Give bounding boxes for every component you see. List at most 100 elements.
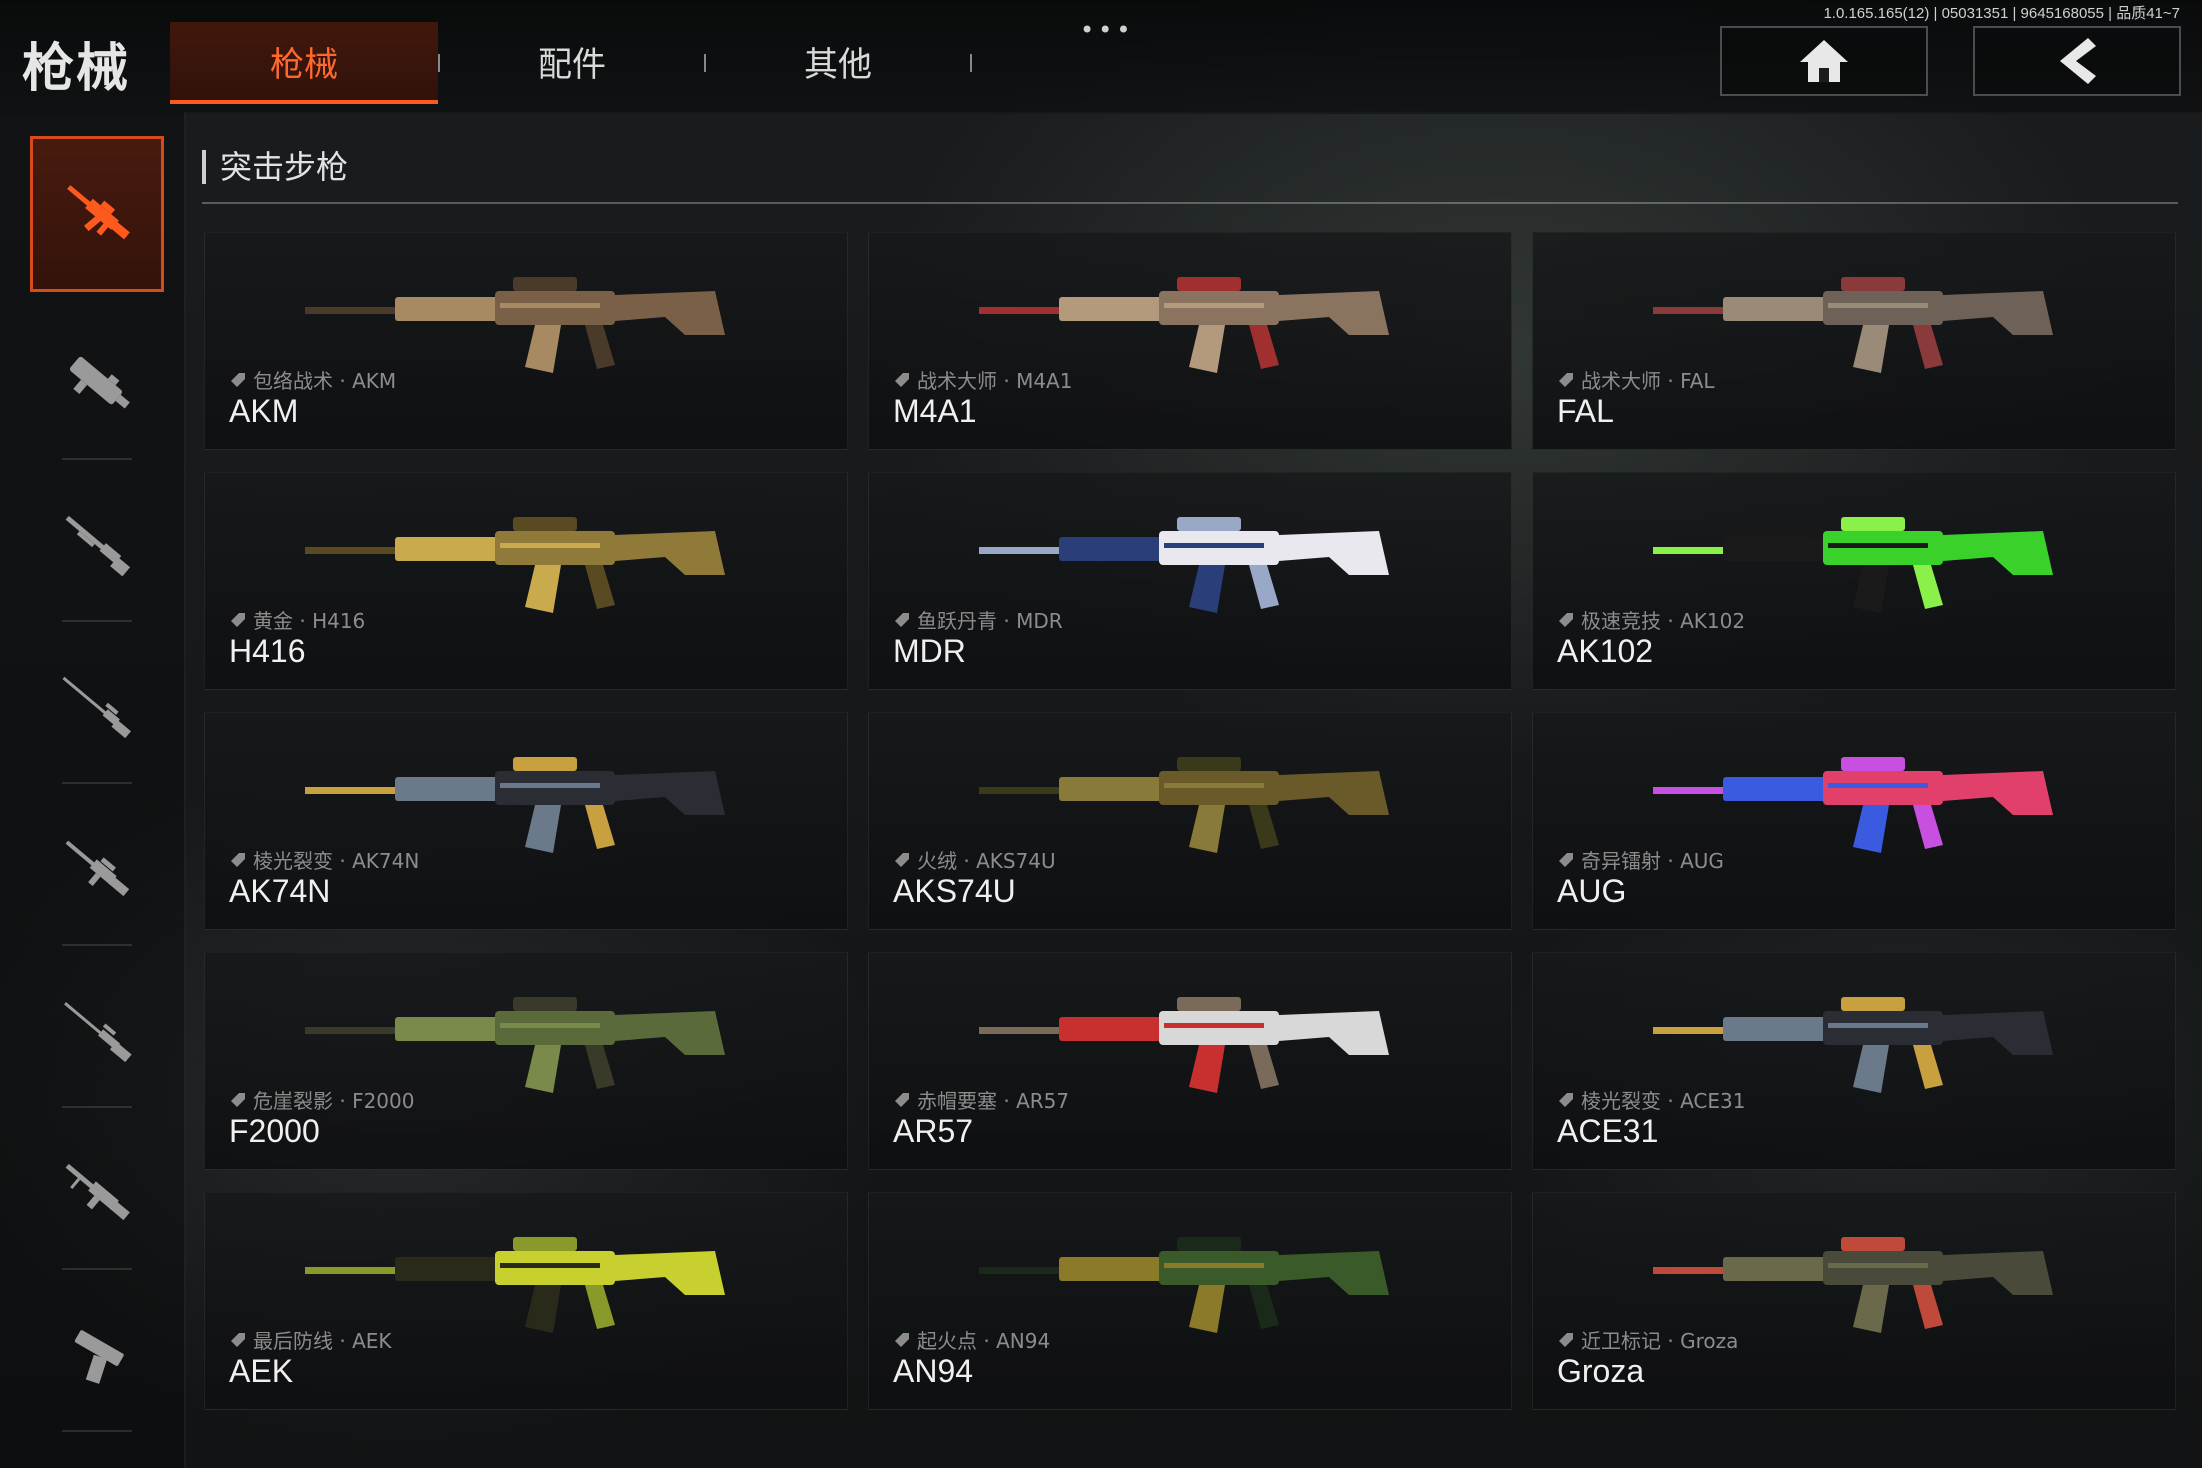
category-divider xyxy=(62,782,132,784)
skin-tag-icon xyxy=(231,1092,245,1107)
skin-tag-icon xyxy=(231,852,245,867)
weapon-skin-label: 黄金 · H416 xyxy=(229,605,365,634)
skin-tag-icon xyxy=(231,1332,245,1347)
shotgun-icon xyxy=(65,515,131,577)
skin-tag-icon xyxy=(231,612,245,627)
category-divider xyxy=(62,944,132,946)
weapon-card-ak102[interactable]: 极速竞技 · AK102 AK102 xyxy=(1532,472,2176,690)
weapon-skin-label: 近卫标记 · Groza xyxy=(1557,1325,1738,1354)
weapon-name: Groza xyxy=(1557,1353,1645,1389)
weapon-skin-text: 包络战术 · AKM xyxy=(253,369,397,393)
category-assault-rifle[interactable] xyxy=(30,136,164,292)
skin-tag-icon xyxy=(1559,1092,1573,1107)
weapon-card-aek[interactable]: 最后防线 · AEK AEK xyxy=(204,1192,848,1410)
category-sniper-rifle[interactable] xyxy=(30,630,164,786)
page-title: 枪械 xyxy=(22,39,131,99)
skin-tag-icon xyxy=(1559,372,1573,387)
category-bolt-rifle[interactable] xyxy=(30,954,164,1110)
category-shotgun[interactable] xyxy=(30,468,164,624)
more-menu-dots[interactable]: ••• xyxy=(1080,16,1134,44)
weapon-skin-label: 战术大师 · M4A1 xyxy=(893,365,1072,394)
weapon-card-akm[interactable]: 包络战术 · AKM AKM xyxy=(204,232,848,450)
category-lmg[interactable] xyxy=(30,1116,164,1272)
weapon-card-h416[interactable]: 黄金 · H416 H416 xyxy=(204,472,848,690)
weapon-skin-label: 极速竞技 · AK102 xyxy=(1557,605,1745,634)
weapon-name: AEK xyxy=(229,1353,294,1389)
category-sidebar xyxy=(0,112,186,1468)
weapon-skin-label: 最后防线 · AEK xyxy=(229,1325,392,1354)
weapon-skin-text: 火绒 · AKS74U xyxy=(917,849,1056,873)
skin-tag-icon xyxy=(895,372,909,387)
smg-icon xyxy=(69,356,130,409)
weapon-skin-label: 火绒 · AKS74U xyxy=(893,845,1056,874)
weapon-card-groza[interactable]: 近卫标记 · Groza Groza xyxy=(1532,1192,2176,1410)
weapon-name: ACE31 xyxy=(1557,1113,1659,1149)
weapon-skin-text: 黄金 · H416 xyxy=(253,609,366,633)
weapon-skin-text: 赤帽要塞 · AR57 xyxy=(917,1089,1070,1113)
weapon-skin-label: 起火点 · AN94 xyxy=(893,1325,1050,1354)
version-info: 1.0.165.165(12) | 05031351 | 9645168055 … xyxy=(1823,5,2180,22)
weapon-skin-text: 近卫标记 · Groza xyxy=(1581,1329,1739,1353)
weapon-skin-text: 棱光裂变 · AK74N xyxy=(253,849,420,873)
weapon-card-an94[interactable]: 起火点 · AN94 AN94 xyxy=(868,1192,1512,1410)
weapon-card-f2000[interactable]: 危崖裂影 · F2000 F2000 xyxy=(204,952,848,1170)
weapon-skin-label: 包络战术 · AKM xyxy=(229,365,396,394)
skin-tag-icon xyxy=(1559,612,1573,627)
weapon-skin-text: 战术大师 · FAL xyxy=(1581,369,1715,393)
weapon-skin-label: 奇异镭射 · AUG xyxy=(1557,845,1724,874)
chevron-left-icon xyxy=(2060,38,2096,84)
weapon-skin-label: 危崖裂影 · F2000 xyxy=(229,1085,414,1114)
category-pistol[interactable] xyxy=(30,1278,164,1434)
category-divider xyxy=(62,1268,132,1270)
category-divider xyxy=(62,1106,132,1108)
category-dmr[interactable] xyxy=(30,792,164,948)
home-icon xyxy=(1800,40,1848,82)
weapon-card-aks74u[interactable]: 火绒 · AKS74U AKS74U xyxy=(868,712,1512,930)
weapon-skin-text: 棱光裂变 · ACE31 xyxy=(1581,1089,1746,1113)
skin-tag-icon xyxy=(895,852,909,867)
assault-rifle-icon xyxy=(67,185,130,240)
tab-firearms[interactable]: 枪械 xyxy=(170,22,438,104)
weapon-skin-text: 战术大师 · M4A1 xyxy=(917,369,1073,393)
weapon-card-fal[interactable]: 战术大师 · FAL FAL xyxy=(1532,232,2176,450)
weapon-name: AK102 xyxy=(1557,633,1654,669)
weapon-name: H416 xyxy=(229,633,306,669)
weapon-card-mdr[interactable]: 鱼跃丹青 · MDR MDR xyxy=(868,472,1512,690)
home-button[interactable] xyxy=(1720,26,1928,96)
armory-screen: 枪械 枪械 配件 其他 ••• 1.0.165.165(12) | 050313… xyxy=(0,0,2202,1468)
weapon-card-aug[interactable]: 奇异镭射 · AUG AUG xyxy=(1532,712,2176,930)
weapon-name: AKS74U xyxy=(893,873,1016,909)
weapon-name: FAL xyxy=(1557,393,1614,429)
skin-tag-icon xyxy=(1559,852,1573,867)
weapon-card-ar57[interactable]: 赤帽要塞 · AR57 AR57 xyxy=(868,952,1512,1170)
weapon-skin-text: 危崖裂影 · F2000 xyxy=(253,1089,415,1113)
weapon-skin-text: 极速竞技 · AK102 xyxy=(1581,609,1746,633)
weapon-card-ace31[interactable]: 棱光裂变 · ACE31 ACE31 xyxy=(1532,952,2176,1170)
category-divider xyxy=(62,1430,132,1432)
pistol-icon xyxy=(74,1330,124,1384)
weapon-card-ak74n[interactable]: 棱光裂变 · AK74N AK74N xyxy=(204,712,848,930)
weapon-skin-text: 最后防线 · AEK xyxy=(253,1329,392,1353)
weapon-skin-text: 鱼跃丹青 · MDR xyxy=(917,609,1063,633)
weapon-skin-text: 起火点 · AN94 xyxy=(917,1329,1051,1353)
top-bar: 枪械 枪械 配件 其他 ••• 1.0.165.165(12) | 050313… xyxy=(0,0,2202,114)
tab-attachments[interactable]: 配件 xyxy=(438,22,706,100)
weapon-skin-text: 奇异镭射 · AUG xyxy=(1581,849,1724,873)
skin-tag-icon xyxy=(1559,1332,1573,1347)
section-divider xyxy=(202,202,2178,204)
weapon-name: M4A1 xyxy=(893,393,977,429)
skin-tag-icon xyxy=(895,612,909,627)
back-button[interactable] xyxy=(1973,26,2181,96)
category-divider xyxy=(62,458,132,460)
tab-other[interactable]: 其他 xyxy=(704,22,972,100)
weapon-skin-label: 战术大师 · FAL xyxy=(1557,365,1715,394)
weapon-name: AR57 xyxy=(893,1113,974,1149)
sniper-rifle-icon xyxy=(62,676,131,739)
weapon-card-m4a1[interactable]: 战术大师 · M4A1 M4A1 xyxy=(868,232,1512,450)
category-divider xyxy=(62,620,132,622)
weapon-name: F2000 xyxy=(229,1113,320,1149)
weapon-name: AN94 xyxy=(893,1353,974,1389)
weapon-skin-label: 棱光裂变 · AK74N xyxy=(229,845,419,874)
section-title: 突击步枪 xyxy=(202,150,348,184)
category-smg[interactable] xyxy=(30,306,164,462)
